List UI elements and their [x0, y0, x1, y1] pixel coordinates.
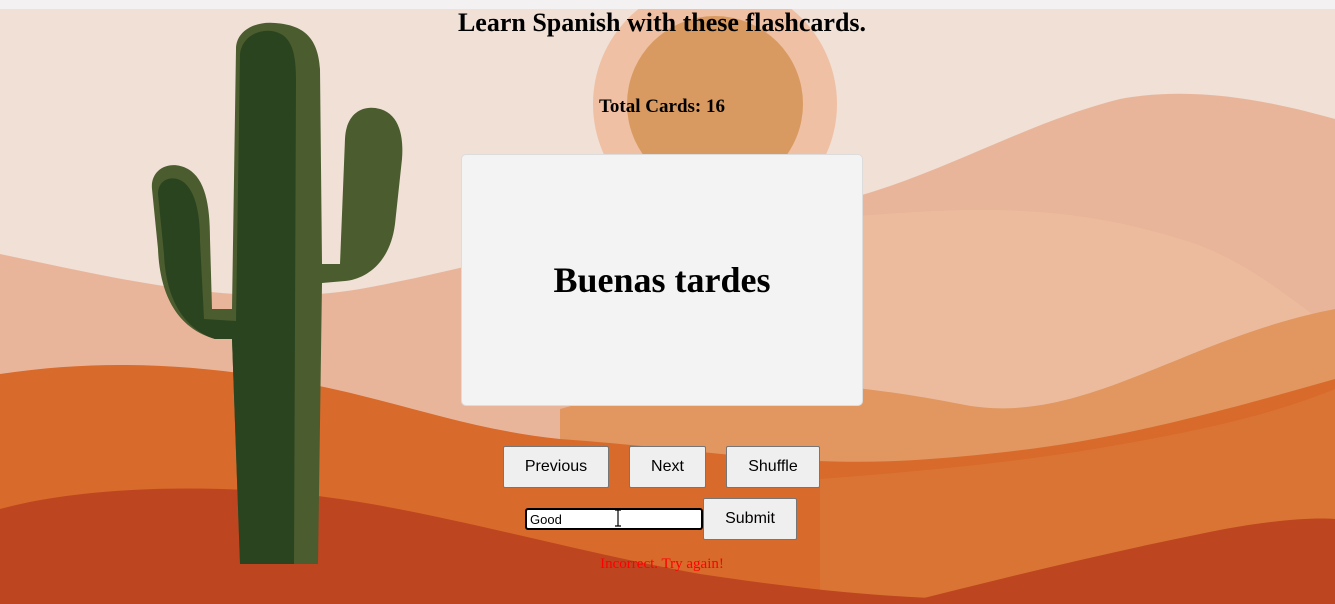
flashcard-text: Buenas tardes — [553, 260, 771, 300]
text-cursor-icon — [615, 509, 621, 527]
previous-button[interactable]: Previous — [503, 446, 609, 488]
browser-top-strip — [0, 0, 1335, 9]
submit-button[interactable]: Submit — [703, 498, 797, 540]
next-button[interactable]: Next — [629, 446, 706, 488]
total-cards-count: Total Cards: 16 — [599, 96, 725, 117]
shuffle-button[interactable]: Shuffle — [726, 446, 820, 488]
page-title: Learn Spanish with these flashcards. — [457, 8, 867, 37]
feedback-message: Incorrect. Try again! — [600, 556, 724, 572]
flashcard[interactable]: Buenas tardes — [461, 154, 863, 406]
